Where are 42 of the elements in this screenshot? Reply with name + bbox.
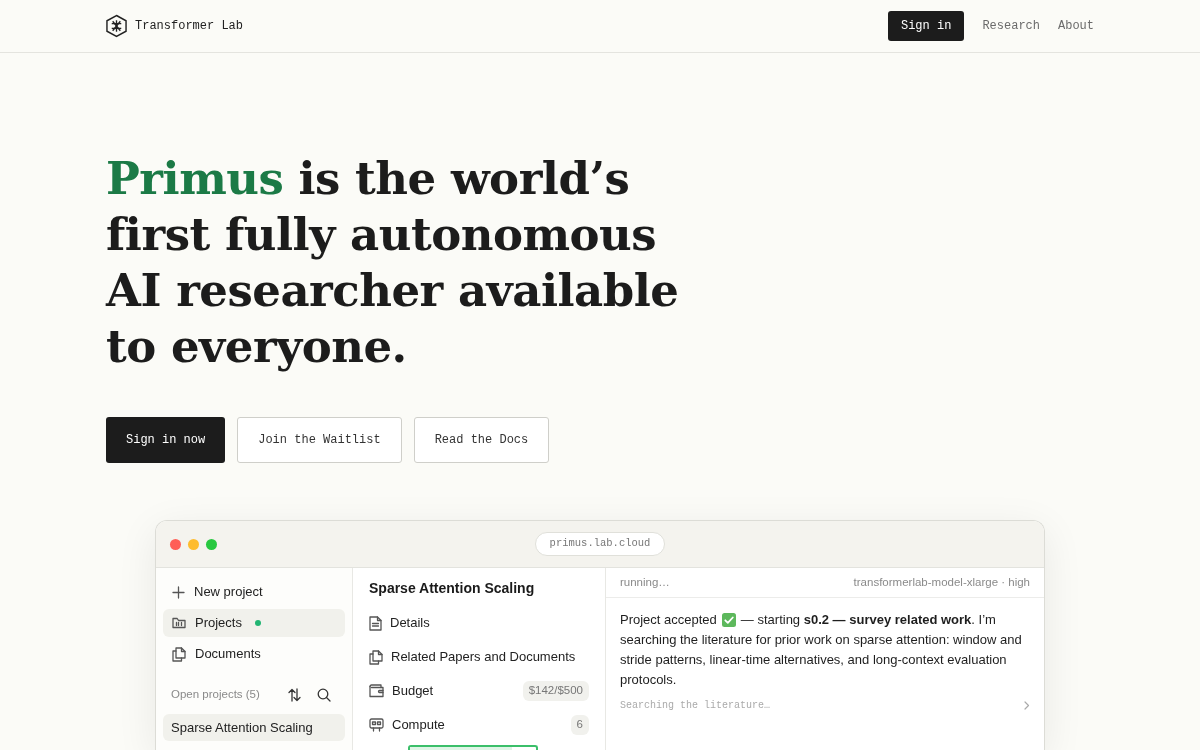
chevron-right-icon[interactable] (1024, 700, 1030, 710)
cta-button[interactable]: Read the Docs (413, 417, 550, 463)
nav-link[interactable]: About (1058, 17, 1094, 35)
sort-icon[interactable] (288, 688, 301, 702)
project-title: Sparse Attention Scaling (369, 579, 536, 598)
nav-link[interactable]: Research (982, 17, 1040, 35)
open-project-item[interactable]: Sparse Attention Scaling (163, 714, 345, 741)
plus-icon (172, 585, 185, 599)
window-minimize-icon[interactable] (188, 538, 199, 550)
count-badge: 6 (570, 715, 589, 735)
count-badge: $142/$500 (522, 681, 589, 701)
check-icon (721, 613, 736, 627)
hero-headline: Primus is the world’s first fully autonomous AI researcher available to everyone. (106, 151, 680, 375)
message-text: — starting s0.2 — survey related work. I’m (740, 611, 996, 630)
search-icon[interactable] (317, 688, 331, 702)
model-label: transformerlab-model-xlarge · high (853, 574, 1030, 590)
server-icon (369, 718, 384, 732)
cta-button[interactable]: Join the Waitlist (237, 417, 402, 463)
sidebar-item[interactable]: Projects (163, 609, 345, 637)
sign-in-button[interactable]: Sign in (887, 11, 965, 41)
message-text: searching the literature for prior work on sparse attention: window and stride patterns, linear-time alternatives, and long-context evaluation protocols. (620, 631, 1023, 689)
project-menu-item[interactable]: Budget (392, 681, 434, 701)
documents-icon (172, 646, 186, 662)
documents-icon (369, 649, 383, 665)
sidebar-item[interactable]: New project (163, 578, 345, 606)
brand-name[interactable]: Transformer Lab (135, 17, 244, 35)
url-field[interactable]: primus.lab.cloud (534, 532, 666, 556)
document-icon (369, 615, 382, 631)
project-menu-item[interactable]: Related Papers and Documents (391, 647, 576, 667)
window-close-icon[interactable] (170, 538, 181, 550)
message-text: Project accepted (620, 611, 717, 630)
wallet-icon (369, 684, 384, 698)
window-maximize-icon[interactable] (206, 538, 217, 550)
sidebar-item[interactable]: Documents (163, 640, 345, 668)
hexagon-logo-icon[interactable] (106, 14, 127, 38)
folder-icon (172, 617, 186, 629)
status-text: running… (620, 574, 670, 590)
project-menu-item[interactable]: Compute (392, 715, 445, 735)
activity-text: Searching the literature… (620, 698, 771, 713)
section-heading: Open projects (5) (171, 687, 260, 703)
cta-button[interactable]: Sign in now (106, 417, 226, 463)
project-menu-item[interactable]: Details (390, 613, 430, 633)
